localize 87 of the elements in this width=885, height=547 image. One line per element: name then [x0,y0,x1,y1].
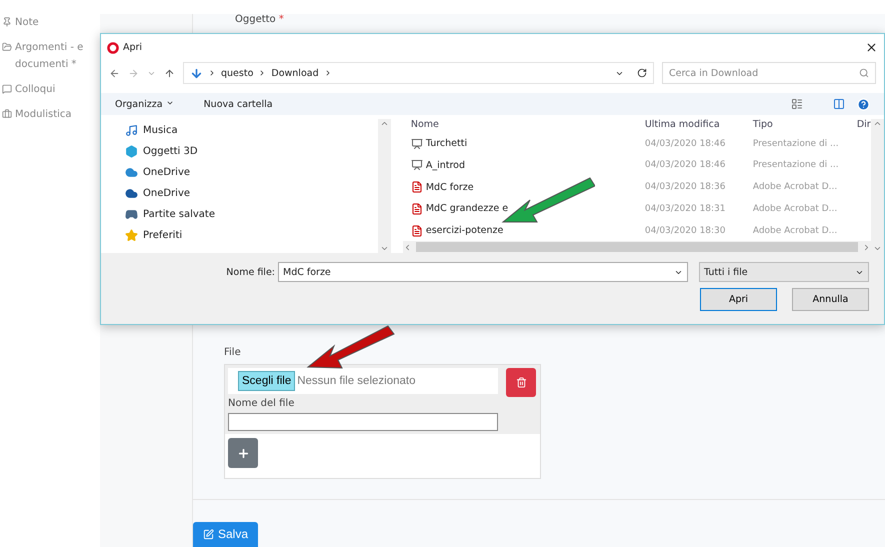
input-field[interactable] [228,413,498,431]
help-icon[interactable] [857,98,870,110]
save-button[interactable]: Salva [193,522,258,547]
file-name-field[interactable]: MdC forze [278,262,688,282]
close-icon[interactable] [865,41,878,54]
table-cell-text: 04/03/2020 18:46 [644,138,727,150]
column-header[interactable]: Nome [410,119,645,132]
chat-icon [2,84,12,94]
sidebar-item[interactable]: Colloqui [2,81,100,98]
file-input[interactable]: Scegli file Nessun file selezionato [228,368,498,394]
sidebar-item[interactable]: Argomenti - e documenti * [2,39,100,73]
chevron-icon [208,69,216,77]
scroll-up-icon[interactable] [872,119,882,128]
column-header[interactable]: Ultima modifica [644,119,753,132]
gamepad-icon [125,208,138,220]
choose-file-button[interactable]: Scegli file [238,371,296,391]
file-name[interactable]: esercizi-potenze [410,222,645,239]
table-cell-text: 04/03/2020 18:36 [644,181,727,194]
file-name[interactable]: MdC grandezze e [410,200,645,217]
sidebar-item[interactable]: Note [2,14,100,31]
column-header[interactable]: Dir [856,119,871,132]
briefcase-icon [2,109,12,119]
address-bar[interactable]: questo Download [183,62,654,84]
ring-logo-icon [107,42,119,54]
field-label: Nome del file [228,398,296,409]
dialog-title: Apri [123,42,142,53]
cloud-icon [125,166,138,178]
dialog-button[interactable]: Annulla [792,288,869,311]
table-cell-text: Adobe Acrobat D... [752,181,838,194]
scroll-up-icon[interactable] [380,119,389,128]
back-icon[interactable] [109,68,120,78]
add-button[interactable] [228,438,258,468]
table-cell-text: Adobe Acrobat D... [752,224,838,238]
trash-icon [516,377,526,388]
pin-icon [2,17,12,27]
file-name[interactable]: MdC forze [410,178,645,196]
scroll-down-icon[interactable] [380,244,389,253]
delete-button[interactable] [506,368,536,397]
field-label: Nome file: [226,266,275,278]
field-label: Oggetto * [235,14,285,25]
table-cell-text: 04/03/2020 18:31 [644,202,727,216]
field-label: File [224,347,242,358]
file-name[interactable]: Turchetti [410,135,645,152]
scrollbar-thumb[interactable] [416,242,858,252]
cube-icon [125,144,138,158]
refresh-icon[interactable] [637,68,647,78]
nav-item[interactable]: Preferiti [125,226,378,244]
table-cell-text: Presentazione di ... [752,159,840,172]
search-icon [859,68,869,78]
scrollbar[interactable] [870,119,884,253]
presentation-file-icon [410,159,423,172]
nav-item[interactable]: OneDrive [125,163,378,181]
nav-item[interactable]: OneDrive [125,184,378,202]
pdf-file-icon [410,202,423,215]
folder-icon [2,42,12,52]
download-icon [190,66,203,80]
column-header[interactable]: Tipo [752,119,857,132]
search-field[interactable]: Cerca in Download [662,62,876,84]
presentation-file-icon [410,138,423,150]
nav-item[interactable]: Musica [125,121,378,139]
view-icon[interactable] [791,98,803,110]
new-folder-button[interactable]: Nuova cartella [204,98,273,110]
path-segment[interactable]: questo [221,68,254,78]
scroll-down-icon[interactable] [872,244,882,253]
sidebar-item[interactable]: Modulistica [2,106,100,123]
plus-icon [236,446,250,460]
cloud-icon [125,186,138,200]
path-segment[interactable]: Download [271,68,319,78]
preview-pane-icon[interactable] [833,98,845,110]
pdf-file-icon [410,224,423,236]
scrollbar[interactable] [378,119,391,253]
edit-icon [203,528,214,540]
file-name[interactable]: A_introd [410,157,645,174]
table-cell-text: 04/03/2020 18:46 [644,159,727,172]
nav-item[interactable]: Partite salvate [125,205,378,223]
file-status: Nessun file selezionato [297,375,416,387]
star-icon [125,228,138,242]
pdf-file-icon [410,181,423,193]
table-cell-text: Adobe Acrobat D... [752,202,838,216]
table-cell-text: 04/03/2020 18:30 [644,224,727,238]
music-note-icon [125,124,138,136]
dialog-button[interactable]: Apri [700,288,777,311]
up-icon[interactable] [164,68,175,78]
file-type-dropdown[interactable]: Tutti i file [699,262,869,282]
organize-menu[interactable]: Organizza [115,98,174,110]
table-cell-text: Presentazione di ... [752,138,840,150]
nav-item[interactable]: Oggetti 3D [125,142,378,160]
